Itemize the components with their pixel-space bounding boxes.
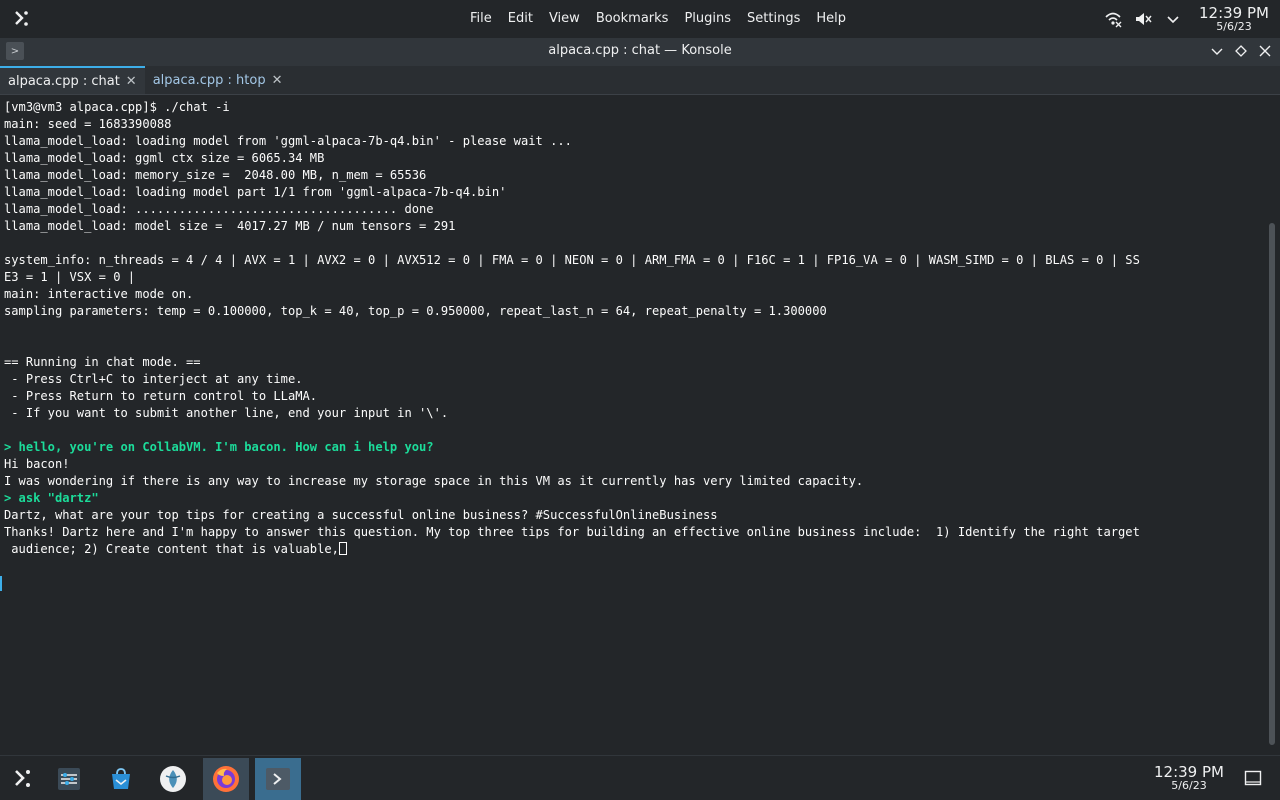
window-titlebar[interactable]: > alpaca.cpp : chat — Konsole xyxy=(0,38,1280,66)
top-panel: File Edit View Bookmarks Plugins Setting… xyxy=(0,0,1280,38)
terminal-output: [vm3@vm3 alpaca.cpp]$ ./chat -i main: see… xyxy=(4,99,1264,558)
maximize-icon[interactable] xyxy=(1232,42,1250,60)
minimize-icon[interactable] xyxy=(1208,42,1226,60)
tab-close-icon[interactable]: ✕ xyxy=(126,74,137,89)
terminal-line: > ask "dartz" xyxy=(4,490,1264,507)
menu-plugins[interactable]: Plugins xyxy=(676,0,739,38)
terminal-line: llama_model_load: ggml ctx size = 6065.3… xyxy=(4,150,1264,167)
clock-time: 12:39 PM xyxy=(1154,763,1224,781)
window-title: alpaca.cpp : chat — Konsole xyxy=(548,43,732,58)
terminal-line: llama_model_load: model size = 4017.27 M… xyxy=(4,218,1264,235)
menu-settings[interactable]: Settings xyxy=(739,0,808,38)
terminal-line-text: llama_model_load: model size = 4017.27 M… xyxy=(4,219,456,233)
terminal-line: main: seed = 1683390088 xyxy=(4,116,1264,133)
clock-date: 5/6/23 xyxy=(1171,779,1207,792)
menu-view[interactable]: View xyxy=(541,0,588,38)
discover-store-icon[interactable] xyxy=(98,758,144,800)
terminal-line-text: == Running in chat mode. == xyxy=(4,355,201,369)
taskbar-clock[interactable]: 12:39 PM 5/6/23 xyxy=(1145,765,1233,793)
terminal-line-text: Hi bacon! xyxy=(4,457,70,471)
window-controls xyxy=(1208,38,1274,64)
terminal-view[interactable]: [vm3@vm3 alpaca.cpp]$ ./chat -i main: see… xyxy=(0,95,1264,755)
tab-bar: alpaca.cpp : chat ✕ alpaca.cpp : htop ✕ xyxy=(0,66,1280,95)
terminal-line: - If you want to submit another line, en… xyxy=(4,405,1264,422)
terminal-line-text: llama_model_load: memory_size = 2048.00 … xyxy=(4,168,427,182)
terminal-line-text: audience; 2) Create content that is valu… xyxy=(4,542,339,556)
terminal-cursor xyxy=(338,542,347,555)
terminal-line: Hi bacon! xyxy=(4,456,1264,473)
terminal-line: sampling parameters: temp = 0.100000, to… xyxy=(4,303,1264,320)
terminal-line: system_info: n_threads = 4 / 4 | AVX = 1… xyxy=(4,252,1264,269)
global-menu: File Edit View Bookmarks Plugins Setting… xyxy=(462,0,854,38)
terminal-line-text: main: seed = 1683390088 xyxy=(4,117,172,131)
kde-launcher-icon[interactable] xyxy=(10,7,34,31)
terminal-line: audience; 2) Create content that is valu… xyxy=(4,541,1264,558)
system-settings-icon[interactable] xyxy=(46,758,92,800)
terminal-line: - Press Ctrl+C to interject at any time. xyxy=(4,371,1264,388)
terminal-line-text: > ask "dartz" xyxy=(4,491,99,505)
terminal-line: main: interactive mode on. xyxy=(4,286,1264,303)
terminal-line-text: E3 = 1 | VSX = 0 | xyxy=(4,270,136,284)
application-launcher-icon[interactable] xyxy=(0,758,46,800)
terminal-scrollbar[interactable] xyxy=(1264,95,1280,755)
top-clock[interactable]: 12:39 PM 5/6/23 xyxy=(1188,4,1280,34)
firefox-icon[interactable] xyxy=(203,758,249,800)
terminal-line-text: Dartz, what are your top tips for creati… xyxy=(4,508,718,522)
menu-edit[interactable]: Edit xyxy=(500,0,541,38)
tab-chat[interactable]: alpaca.cpp : chat ✕ xyxy=(0,66,145,94)
terminal-line: Dartz, what are your top tips for creati… xyxy=(4,507,1264,524)
terminal-line: llama_model_load: loading model part 1/1… xyxy=(4,184,1264,201)
terminal-line-text: [vm3@vm3 alpaca.cpp]$ ./chat -i xyxy=(4,100,230,114)
terminal-line-text: sampling parameters: temp = 0.100000, to… xyxy=(4,304,827,318)
terminal-line-text: I was wondering if there is any way to i… xyxy=(4,474,864,488)
volume-muted-icon[interactable] xyxy=(1128,0,1158,38)
scrollbar-thumb[interactable] xyxy=(1269,223,1275,745)
close-icon[interactable] xyxy=(1256,42,1274,60)
steam-deck-icon[interactable] xyxy=(150,758,196,800)
terminal-line-text: > hello, you're on CollabVM. I'm bacon. … xyxy=(4,440,434,454)
terminal-line: > hello, you're on CollabVM. I'm bacon. … xyxy=(4,439,1264,456)
terminal-line: == Running in chat mode. == xyxy=(4,354,1264,371)
network-icon[interactable] xyxy=(1098,0,1128,38)
tab-close-icon[interactable]: ✕ xyxy=(272,73,283,88)
terminal-line-text: system_info: n_threads = 4 / 4 | AVX = 1… xyxy=(4,253,1140,267)
terminal-line: [vm3@vm3 alpaca.cpp]$ ./chat -i xyxy=(4,99,1264,116)
system-tray: 12:39 PM 5/6/23 xyxy=(1098,0,1280,38)
terminal-line: llama_model_load: ......................… xyxy=(4,201,1264,218)
taskbar: 12:39 PM 5/6/23 xyxy=(0,755,1280,800)
terminal-line-text: - If you want to submit another line, en… xyxy=(4,406,449,420)
terminal-line: - Press Return to return control to LLaM… xyxy=(4,388,1264,405)
tab-label: alpaca.cpp : chat xyxy=(8,73,120,89)
terminal-line-text: llama_model_load: loading model from 'gg… xyxy=(4,134,572,148)
show-desktop-icon[interactable] xyxy=(1244,769,1262,787)
terminal-line: Thanks! Dartz here and I'm happy to answ… xyxy=(4,524,1264,541)
terminal-line-text: - Press Ctrl+C to interject at any time. xyxy=(4,372,303,386)
terminal-marker xyxy=(0,576,2,591)
clock-time: 12:39 PM xyxy=(1199,4,1269,22)
terminal-line-text: - Press Return to return control to LLaM… xyxy=(4,389,318,403)
terminal-line-text: Thanks! Dartz here and I'm happy to answ… xyxy=(4,525,1140,539)
tab-htop[interactable]: alpaca.cpp : htop ✕ xyxy=(145,66,291,94)
menu-file[interactable]: File xyxy=(462,0,500,38)
terminal-line-text: llama_model_load: ......................… xyxy=(4,202,434,216)
chevron-down-icon[interactable] xyxy=(1158,0,1188,38)
tab-label: alpaca.cpp : htop xyxy=(152,72,266,88)
terminal-line: I was wondering if there is any way to i… xyxy=(4,473,1264,490)
terminal-line-text: llama_model_load: loading model part 1/1… xyxy=(4,185,507,199)
konsole-icon[interactable] xyxy=(255,758,301,800)
menu-help[interactable]: Help xyxy=(808,0,854,38)
terminal-line-text: llama_model_load: ggml ctx size = 6065.3… xyxy=(4,151,325,165)
terminal-line: llama_model_load: loading model from 'gg… xyxy=(4,133,1264,150)
terminal-line: E3 = 1 | VSX = 0 | xyxy=(4,269,1264,286)
terminal-line-text: main: interactive mode on. xyxy=(4,287,194,301)
terminal-line: llama_model_load: memory_size = 2048.00 … xyxy=(4,167,1264,184)
menu-bookmarks[interactable]: Bookmarks xyxy=(588,0,677,38)
